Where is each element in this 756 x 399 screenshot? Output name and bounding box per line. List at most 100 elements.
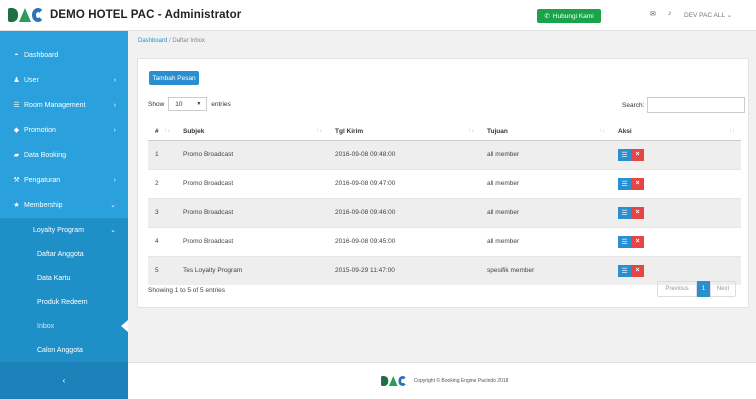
breadcrumb: Dashboard / Daftar Inbox <box>138 38 205 44</box>
delete-button[interactable]: × <box>631 264 644 277</box>
bell-icon[interactable]: ♪ <box>668 10 672 17</box>
cell-subjek: Promo Broadcast <box>176 139 328 169</box>
table-row: 4 Promo Broadcast 2016-09-08 09:45:00 al… <box>148 226 741 256</box>
sidebar-item-pengaturan[interactable]: ⚒ Pengaturan › <box>0 168 128 192</box>
footer: Copyright © Booking Engine Pacindo 2018 <box>128 362 756 399</box>
chevron-right-icon: › <box>113 126 116 134</box>
page-length-value: 10 <box>175 100 183 108</box>
tag-icon: ◆ <box>13 127 20 134</box>
cell-subjek: Promo Broadcast <box>176 197 328 227</box>
view-button[interactable]: ☰ <box>618 206 631 219</box>
chevron-down-icon: ⌄ <box>726 12 733 19</box>
cell-number: 1 <box>148 139 176 169</box>
delete-button[interactable]: × <box>631 206 644 219</box>
cell-tujuan: all member <box>480 197 611 227</box>
breadcrumb-home[interactable]: Dashboard <box>138 38 167 44</box>
sort-icon: ↑↓ <box>164 127 171 134</box>
column-header-aksi[interactable]: Aksi ↑↓ <box>611 123 741 141</box>
sidebar-item-data-kartu[interactable]: Data Kartu <box>0 266 128 290</box>
sidebar-item-dashboard[interactable]: ◓ Dashboard <box>0 43 128 67</box>
table-header-row: # ↑↓ Subjek ↑↓ Tgl Kirim ↑↓ Tujuan ↑↓ Aksi ↑↓ <box>148 123 741 141</box>
sidebar-collapse-button[interactable]: ‹ <box>0 362 128 399</box>
inbox-table: # ↑↓ Subjek ↑↓ Tgl Kirim ↑↓ Tujuan ↑↓ Aksi ↑↓… <box>148 123 741 285</box>
list-icon: ☰ <box>13 102 20 109</box>
sort-icon: ↑↓ <box>468 127 475 134</box>
cell-aksi: ☰ × <box>611 139 741 169</box>
search-control: Search: <box>622 97 746 113</box>
column-header-number[interactable]: # ↑↓ <box>148 123 176 141</box>
sidebar: ◓ Dashboard ♟ User › ☰ Room Management ›… <box>0 31 128 399</box>
column-header-subjek[interactable]: Subjek ↑↓ <box>176 123 328 141</box>
chevron-right-icon: › <box>113 101 116 109</box>
phone-icon: ✆ <box>544 13 550 20</box>
add-message-button[interactable]: Tambah Pesan <box>149 71 199 85</box>
view-button[interactable]: ☰ <box>618 235 631 248</box>
table-row: 1 Promo Broadcast 2016-09-08 09:48:00 al… <box>148 139 741 169</box>
app-title: DEMO HOTEL PAC - Administrator <box>50 9 242 21</box>
sidebar-item-daftar-anggota[interactable]: Daftar Anggota <box>0 242 128 266</box>
delete-button[interactable]: × <box>631 148 644 161</box>
sidebar-item-loyalty-program[interactable]: Loyalty Program ⌄ <box>0 218 128 242</box>
cell-number: 5 <box>148 255 176 285</box>
table-info: Showing 1 to 5 of 5 entries <box>148 287 225 294</box>
view-button[interactable]: ☰ <box>618 148 631 161</box>
delete-button[interactable]: × <box>631 177 644 190</box>
cell-subjek: Promo Broadcast <box>176 226 328 256</box>
chevron-down-icon: ⌄ <box>110 202 116 209</box>
sort-icon: ↑↓ <box>599 127 606 134</box>
sidebar-item-data-booking[interactable]: ▰ Data Booking <box>0 143 128 167</box>
column-header-tgl-kirim[interactable]: Tgl Kirim ↑↓ <box>328 123 480 141</box>
delete-button[interactable]: × <box>631 235 644 248</box>
sidebar-item-calon-anggota[interactable]: Calon Anggota <box>0 338 128 362</box>
sidebar-item-label: Calon Anggota <box>37 346 83 354</box>
previous-button[interactable]: Previous <box>657 281 697 297</box>
sidebar-item-label: Pengaturan <box>24 176 61 184</box>
cell-tgl-kirim: 2016-09-08 09:47:00 <box>328 168 480 198</box>
sidebar-item-produk-redeem[interactable]: Produk Redeem <box>0 290 128 314</box>
sidebar-item-label: Room Management <box>24 101 86 109</box>
sidebar-item-room-management[interactable]: ☰ Room Management › <box>0 93 128 117</box>
view-button[interactable]: ☰ <box>618 264 631 277</box>
sidebar-item-label: Data Kartu <box>37 274 71 282</box>
breadcrumb-current: Daftar Inbox <box>172 38 206 44</box>
search-input[interactable] <box>647 97 746 113</box>
column-header-tujuan[interactable]: Tujuan ↑↓ <box>480 123 611 141</box>
search-label: Search: <box>622 101 645 109</box>
table-row: 5 Tes Loyalty Program 2015-09-29 11:47:0… <box>148 255 741 285</box>
page-length-select[interactable]: 10 ▼ <box>168 97 208 111</box>
user-icon: ♟ <box>13 77 20 84</box>
next-button[interactable]: Next <box>710 281 736 297</box>
cell-tgl-kirim: 2015-09-29 11:47:00 <box>328 255 480 285</box>
page-1-button[interactable]: 1 <box>697 281 710 297</box>
pagination: Previous 1 Next <box>657 281 736 297</box>
sidebar-item-membership[interactable]: ★ Membership ⌄ <box>0 193 128 217</box>
cell-tujuan: spesifik member <box>480 255 611 285</box>
cell-subjek: Promo Broadcast <box>176 168 328 198</box>
contact-button[interactable]: ✆ Hubungi Kami <box>537 9 601 23</box>
cell-tujuan: all member <box>480 139 611 169</box>
sidebar-item-promotion[interactable]: ◆ Promotion › <box>0 118 128 142</box>
sidebar-item-user[interactable]: ♟ User › <box>0 68 128 92</box>
show-label: Show <box>148 100 165 108</box>
chevron-right-icon: › <box>113 76 116 84</box>
book-icon: ▰ <box>13 152 20 159</box>
view-button[interactable]: ☰ <box>618 177 631 190</box>
active-indicator <box>121 320 128 332</box>
footer-pac-logo <box>380 375 407 387</box>
cell-tgl-kirim: 2016-09-08 09:46:00 <box>328 197 480 227</box>
brand[interactable]: DEMO HOTEL PAC - Administrator <box>8 4 241 26</box>
table-row: 3 Promo Broadcast 2016-09-08 09:46:00 al… <box>148 197 741 227</box>
cell-number: 4 <box>148 226 176 256</box>
cell-number: 3 <box>148 197 176 227</box>
sidebar-item-label: Membership <box>24 201 63 209</box>
envelope-icon[interactable]: ✉ <box>650 10 656 18</box>
sort-icon: ↑↓ <box>729 127 736 134</box>
user-name: DEV PAC ALL <box>684 12 725 19</box>
table-row: 2 Promo Broadcast 2016-09-08 09:47:00 al… <box>148 168 741 198</box>
contact-button-label: Hubungi Kami <box>552 12 594 20</box>
sidebar-item-label: Daftar Anggota <box>37 250 84 258</box>
sidebar-item-inbox[interactable]: Inbox <box>0 314 128 338</box>
user-menu[interactable]: DEV PAC ALL ⌄ <box>684 11 732 19</box>
sort-icon: ↑↓ <box>316 127 323 134</box>
entries-label: entries <box>211 100 231 108</box>
